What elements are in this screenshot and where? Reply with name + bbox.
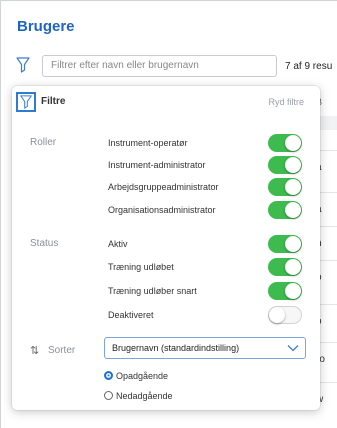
role-instrument-operator-toggle[interactable] [268,134,302,152]
sort-ascending-radio[interactable]: Opadgående [104,371,168,381]
toggle-knob [285,236,301,252]
role-org-admin-toggle[interactable] [268,201,302,219]
status-option-label: Aktiv [108,239,128,249]
role-option-label: Organisationsadministrator [108,205,216,215]
roles-label: Roller [30,137,57,148]
chevron-down-icon [287,345,299,352]
role-option-label: Instrument-administrator [108,160,206,170]
filter-panel-title: Filtre [41,96,66,107]
sort-descending-label: Nedadgående [116,391,173,401]
filter-icon [20,95,32,109]
result-count: 7 af 9 resu [285,61,333,72]
sort-ascending-label: Opadgående [116,371,169,381]
sort-label: Sorter [48,345,76,356]
role-option-label: Arbejdsgruppeadministrator [108,182,219,192]
sort-arrows-icon: ⇅ [30,345,40,357]
sort-descending-radio[interactable]: Nedadgående [104,391,173,401]
status-label: Status [30,238,59,249]
radio-unselected-icon [104,391,113,400]
filter-panel-toggle[interactable] [16,92,36,112]
filter-panel: Filtre Ryd filtre Roller Instrument-oper… [12,86,320,410]
role-workgroup-admin-toggle[interactable] [268,178,302,196]
toggle-knob [285,135,301,151]
toggle-knob [285,179,301,195]
status-option-label: Træning udløber snart [108,286,197,296]
radio-selected-icon [104,371,113,380]
sort-select[interactable]: Brugernavn (standardindstilling) [104,337,306,359]
sort-select-value: Brugernavn (standardindstilling) [112,343,240,353]
role-instrument-admin-toggle[interactable] [268,156,302,174]
toggle-knob [285,157,301,173]
page-title: Brugere [17,18,75,35]
status-deactivated-toggle[interactable] [268,306,302,324]
toggle-knob [285,259,301,275]
filter-icon[interactable] [16,57,30,73]
search-input[interactable]: Filtrer efter navn eller brugernavn [42,55,277,77]
clear-filters-link[interactable]: Ryd filtre [268,97,304,107]
toggle-knob [285,283,301,299]
status-training-expired-toggle[interactable] [268,258,302,276]
toggle-knob [269,307,285,323]
status-option-label: Træning udløbet [108,262,174,272]
status-training-expiring-toggle[interactable] [268,282,302,300]
toggle-knob [285,202,301,218]
status-option-label: Deaktiveret [108,310,154,320]
role-option-label: Instrument-operatør [108,138,188,148]
status-active-toggle[interactable] [268,235,302,253]
